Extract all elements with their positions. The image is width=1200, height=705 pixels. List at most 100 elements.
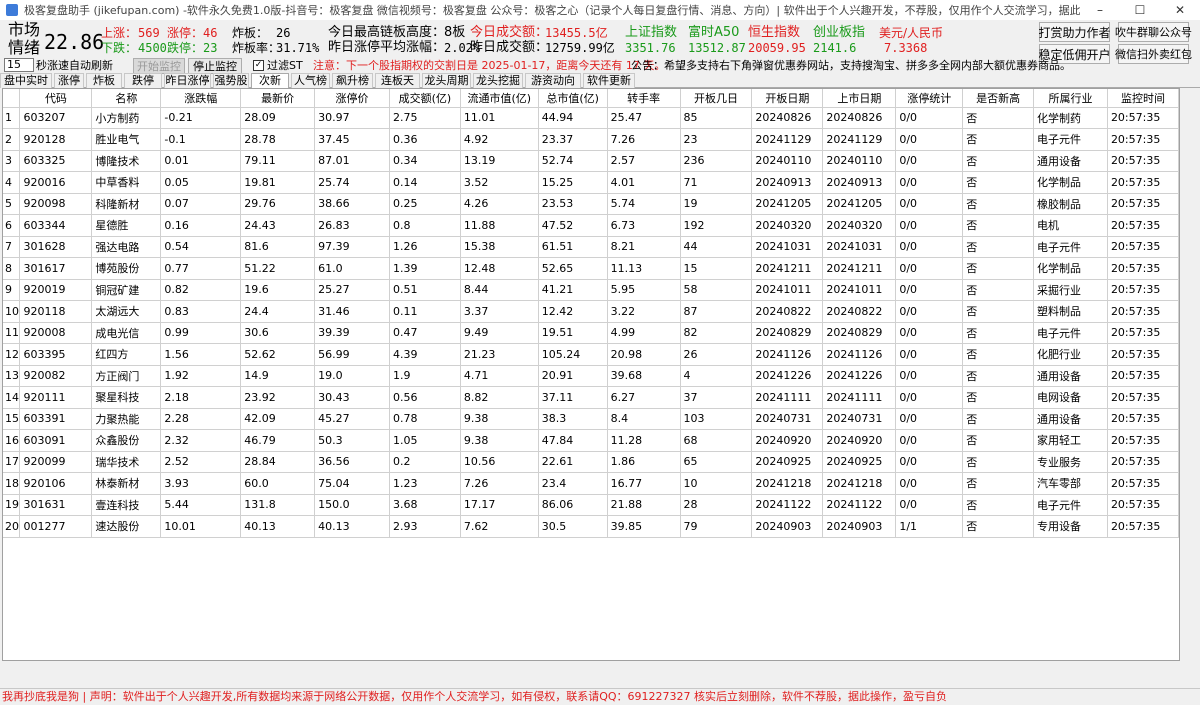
column-header[interactable]: 流通市值(亿)	[460, 89, 539, 108]
table-cell: 否	[962, 515, 1035, 538]
table-cell: 1.56	[160, 343, 242, 366]
column-header[interactable]: 所属行业	[1033, 89, 1108, 108]
table-row[interactable]: 8 301617 博苑股份 0.77 51.22 61.0 1.39 12.48 52.65 11…	[3, 257, 1179, 280]
column-header[interactable]: 成交额(亿)	[389, 89, 461, 108]
tab-4[interactable]: 跌停	[124, 73, 162, 88]
header-corner	[3, 89, 21, 108]
table-row[interactable]: 16 603091 众鑫股份 2.32 46.79 50.3 1.05 9.38 47.84 11…	[3, 429, 1179, 452]
column-header[interactable]: 上市日期	[822, 89, 897, 108]
table-cell: 10.01	[160, 515, 242, 538]
table-row[interactable]: 14 920111 聚星科技 2.18 23.92 30.43 0.56 8.82 37.11 6…	[3, 386, 1179, 409]
table-row[interactable]: 6 603344 星德胜 0.16 24.43 26.83 0.8 11.88 47.52 6.7…	[3, 214, 1179, 237]
table-cell: 方正阀门	[91, 365, 162, 387]
table-cell: 否	[962, 494, 1035, 516]
table-cell: 20241122	[751, 494, 824, 516]
wechat-redpacket-button[interactable]: 微信扫外卖红包	[1115, 44, 1192, 64]
table-cell: 20:57:35	[1107, 128, 1179, 151]
table-cell: 3.93	[160, 472, 242, 495]
table-row[interactable]: 5 920098 科隆新材 0.07 29.76 38.66 0.25 4.26 23.53 5.…	[3, 193, 1179, 215]
column-header[interactable]: 名称	[91, 89, 162, 108]
table-row[interactable]: 4 920016 中草香料 0.05 19.81 25.74 0.14 3.52 15.25 4.…	[3, 171, 1179, 194]
stop-monitor-button[interactable]: 停止监控	[188, 58, 242, 74]
column-header[interactable]: 监控时间	[1107, 89, 1179, 108]
table-cell: 192	[680, 214, 753, 237]
tab-9[interactable]: 飙升榜	[332, 73, 373, 88]
maximize-button[interactable]: ☐	[1120, 0, 1160, 20]
filter-st-checkbox[interactable]: ✓	[253, 60, 264, 71]
tab-7[interactable]: 次新	[251, 73, 289, 89]
table-cell: 23.53	[538, 193, 608, 215]
table-cell: 39.39	[314, 322, 390, 344]
table-cell: 20:57:35	[1107, 150, 1179, 172]
table-row[interactable]: 20 001277 速达股份 10.01 40.13 40.13 2.93 7.62 30.5 3…	[3, 515, 1179, 538]
table-cell: 4.99	[607, 322, 681, 344]
minimize-button[interactable]: –	[1080, 0, 1120, 20]
table-cell: 0/0	[895, 279, 964, 301]
refresh-interval-input[interactable]: 15	[4, 58, 34, 72]
tab-6[interactable]: 强势股	[213, 73, 249, 88]
down-label: 下跌：	[101, 41, 138, 55]
zhaban-count: 26	[276, 26, 291, 40]
table-row[interactable]: 3 603325 博隆技术 0.01 79.11 87.01 0.34 13.19 52.74 2…	[3, 150, 1179, 172]
row-number: 9	[3, 279, 21, 301]
tab-11[interactable]: 龙头周期	[422, 73, 471, 88]
close-button[interactable]: ✕	[1160, 0, 1200, 20]
column-header[interactable]: 转手率	[607, 89, 681, 108]
table-cell: 电子元件	[1033, 128, 1108, 151]
table-row[interactable]: 2 920128 胜业电气 -0.1 28.78 37.45 0.36 4.92 23.37 7.…	[3, 128, 1179, 151]
table-cell: 52.74	[538, 150, 608, 172]
table-cell: 否	[962, 128, 1035, 151]
table-cell: 603207	[19, 107, 93, 129]
wechat-official-button[interactable]: 吹牛群聊公众号	[1115, 22, 1192, 42]
table-cell: 否	[962, 214, 1035, 237]
table-cell: 10.56	[460, 451, 539, 473]
tab-10[interactable]: 连板天梯	[375, 73, 420, 101]
tab-1[interactable]: 盘中实时	[0, 73, 52, 88]
table-row[interactable]: 1 603207 小方制药 -0.21 28.09 30.97 2.75 11.01 44.94…	[3, 107, 1179, 129]
table-cell: 家用轻工	[1033, 429, 1108, 452]
table-row[interactable]: 11 920008 成电光信 0.99 30.6 39.39 0.47 9.49 19.51 4.…	[3, 322, 1179, 344]
table-cell: 0.14	[389, 171, 461, 194]
table-cell: 红四方	[91, 343, 162, 366]
table-cell: 否	[962, 365, 1035, 387]
column-header[interactable]: 是否新高	[962, 89, 1035, 108]
column-header[interactable]: 代码	[19, 89, 93, 108]
table-cell: 37.45	[314, 128, 390, 151]
column-header[interactable]: 涨跌幅	[160, 89, 242, 108]
table-row[interactable]: 7 301628 强达电路 0.54 81.6 97.39 1.26 15.38 61.51 8.…	[3, 236, 1179, 258]
column-header[interactable]: 开板几日	[680, 89, 753, 108]
tab-5[interactable]: 昨日涨停	[164, 73, 211, 88]
column-header[interactable]: 开板日期	[751, 89, 824, 108]
tab-8[interactable]: 人气榜	[291, 73, 330, 88]
tab-3[interactable]: 炸板	[86, 73, 122, 88]
table-cell: 0.78	[389, 408, 461, 430]
column-header[interactable]: 总市值(亿)	[538, 89, 608, 108]
table-cell: 39.68	[607, 365, 681, 387]
yest-vol-label: 昨日成交额：	[470, 40, 549, 55]
column-header[interactable]: 最新价	[240, 89, 316, 108]
table-row[interactable]: 15 603391 力聚热能 2.28 42.09 45.27 0.78 9.38 38.3 8.…	[3, 408, 1179, 430]
table-cell: 否	[962, 107, 1035, 129]
table-cell: 7.62	[460, 515, 539, 538]
column-header[interactable]: 涨停价	[314, 89, 390, 108]
table-cell: 9.38	[460, 429, 539, 452]
tip-author-button[interactable]: 打赏助力作者	[1039, 22, 1111, 42]
tab-12[interactable]: 龙头挖掘	[473, 73, 523, 88]
table-cell: 20241031	[822, 236, 897, 258]
tab-13[interactable]: 游资动向	[525, 73, 581, 88]
stock-table-grid: 代码 名称 涨跌幅 最新价 涨停价 成交额(亿) 流通市值(亿) 总市值(亿) 转手率 开板几日开…	[3, 89, 1179, 538]
table-cell: 22.61	[538, 451, 608, 473]
table-row[interactable]: 12 603395 红四方 1.56 52.62 56.99 4.39 21.23 105.24…	[3, 343, 1179, 366]
column-header[interactable]: 涨停统计	[895, 89, 964, 108]
table-cell: 0.82	[160, 279, 242, 301]
table-row[interactable]: 10 920118 太湖远大 0.83 24.4 31.46 0.11 3.37 12.42 3.…	[3, 300, 1179, 323]
table-row[interactable]: 19 301631 壹连科技 5.44 131.8 150.0 3.68 17.17 86.06…	[3, 494, 1179, 516]
tab-14[interactable]: 软件更新	[583, 73, 635, 88]
table-row[interactable]: 9 920019 铜冠矿建 0.82 19.6 25.27 0.51 8.44 41.21 5.9…	[3, 279, 1179, 301]
start-monitor-button[interactable]: 开始监控	[133, 58, 185, 74]
tab-2[interactable]: 涨停	[54, 73, 84, 88]
table-row[interactable]: 18 920106 林泰新材 3.93 60.0 75.04 1.23 7.26 23.4 16.…	[3, 472, 1179, 495]
table-row[interactable]: 17 920099 瑞华技术 2.52 28.84 36.56 0.2 10.56 22.61 1…	[3, 451, 1179, 473]
index-value-usdcny: 7.3368	[884, 41, 928, 55]
table-row[interactable]: 13 920082 方正阀门 1.92 14.9 19.0 1.9 4.71 20.91 39.6…	[3, 365, 1179, 387]
